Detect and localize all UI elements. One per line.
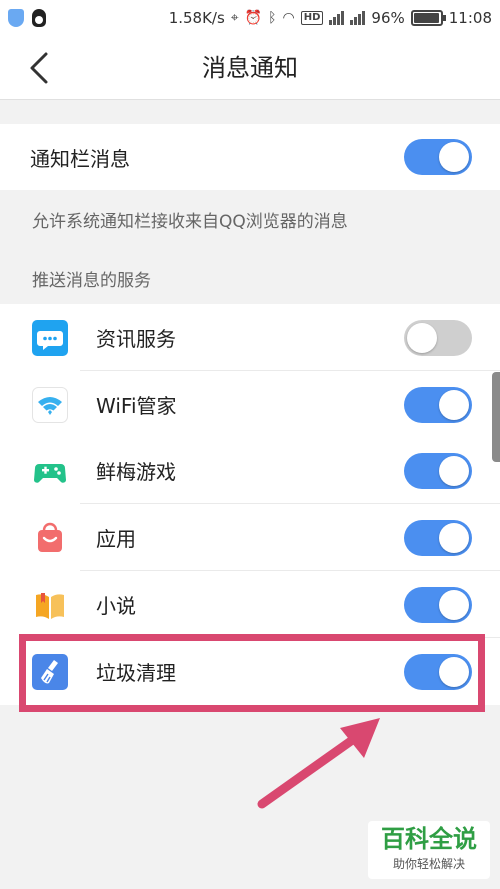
service-row: 应用	[0, 504, 500, 571]
toggle-knob	[439, 455, 469, 486]
status-bar: 1.58K/s ⌖ ⏰ ᛒ ◠ HD 96% 11:08	[0, 0, 500, 36]
service-label: 小说	[96, 594, 136, 618]
chevron-left-icon	[30, 52, 48, 84]
book-icon	[32, 587, 68, 623]
toggle-knob	[439, 142, 469, 172]
service-toggle[interactable]	[404, 452, 472, 489]
chat-bubble-icon	[32, 319, 68, 356]
scrollbar[interactable]	[492, 372, 500, 462]
shopping-bag-icon	[32, 520, 68, 556]
broom-icon	[32, 653, 68, 690]
services-heading: 推送消息的服务	[32, 271, 151, 291]
alarm-icon: ⏰	[244, 10, 263, 26]
qq-penguin-icon	[32, 9, 46, 27]
battery-percent: 96%	[371, 9, 405, 27]
wifi-status-icon: ◠	[282, 10, 295, 26]
hd-badge: HD	[300, 11, 324, 25]
service-row: 小说	[0, 571, 500, 638]
toggle-knob	[439, 656, 469, 687]
service-toggle[interactable]	[404, 386, 472, 423]
bluetooth-icon: ᛒ	[268, 10, 277, 26]
service-label: 应用	[96, 527, 136, 551]
watermark-sub: 助你轻松解决	[392, 857, 465, 871]
signal-icon	[329, 11, 345, 25]
service-toggle[interactable]	[404, 519, 472, 556]
pointer-arrow	[257, 718, 380, 809]
toggle-knob	[407, 322, 437, 353]
shield-icon	[8, 9, 24, 27]
gamepad-icon	[32, 453, 68, 489]
toggle-knob	[439, 389, 469, 420]
back-button[interactable]	[20, 48, 60, 88]
watermark-main: 百科全说	[381, 825, 477, 853]
battery-icon	[410, 10, 446, 26]
battery-level	[413, 13, 439, 23]
watermark-logo: 百科全说 助你轻松解决	[368, 821, 490, 879]
service-row: 垃圾清理	[0, 638, 500, 705]
service-row: WiFi管家	[0, 371, 500, 438]
clock: 11:08	[448, 9, 492, 27]
navigation-bar: 消息通知	[0, 36, 500, 100]
toggle-knob	[439, 589, 469, 620]
permission-note: 允许系统通知栏接收来自QQ浏览器的消息	[32, 212, 348, 232]
service-row: 资讯服务	[0, 304, 500, 371]
service-row: 鲜梅游戏	[0, 437, 500, 504]
wifi-icon	[32, 386, 68, 423]
network-speed: 1.58K/s	[168, 9, 225, 27]
notification-bar-toggle[interactable]	[404, 139, 472, 175]
toggle-knob	[439, 522, 469, 553]
notification-bar-label: 通知栏消息	[30, 146, 130, 171]
page-title: 消息通知	[202, 54, 298, 82]
location-icon: ⌖	[230, 10, 239, 26]
service-label: WiFi管家	[96, 394, 177, 418]
service-toggle[interactable]	[404, 653, 472, 690]
notification-bar-row: 通知栏消息	[0, 124, 500, 190]
service-label: 资讯服务	[96, 327, 176, 351]
service-toggle[interactable]	[404, 319, 472, 356]
signal-icon-2	[350, 11, 366, 25]
service-label: 垃圾清理	[96, 661, 176, 685]
service-label: 鲜梅游戏	[96, 460, 176, 484]
service-toggle[interactable]	[404, 586, 472, 623]
